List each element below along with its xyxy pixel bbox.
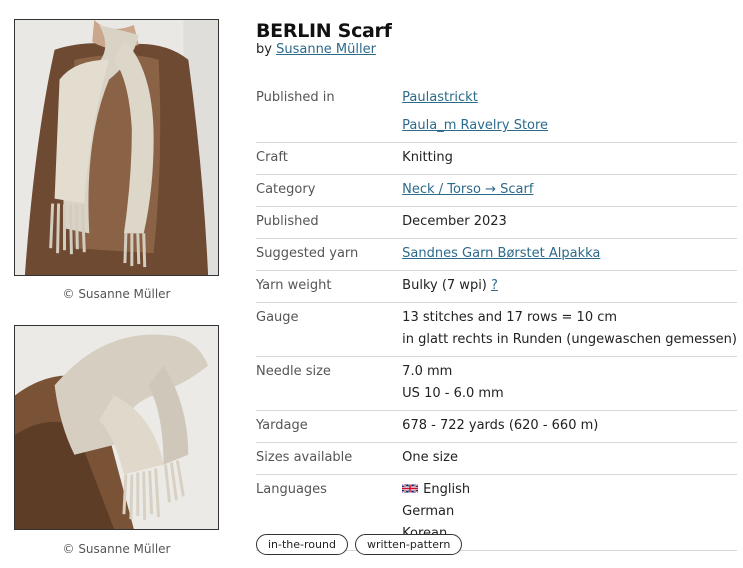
detail-label: Category	[256, 182, 316, 197]
category-link[interactable]: Neck / Torso → Scarf	[402, 182, 533, 197]
by-prefix: by	[256, 42, 272, 57]
detail-label: Published	[256, 214, 319, 229]
detail-label: Gauge	[256, 310, 299, 325]
detail-row-published: Published December 2023	[256, 207, 737, 239]
detail-value: Bulky (7 wpi)	[402, 278, 487, 293]
detail-label: Sizes available	[256, 450, 353, 465]
photo-credit-2: © Susanne Müller	[62, 542, 171, 556]
scarf-photo-wearing	[15, 20, 218, 275]
pattern-title: BERLIN Scarf	[256, 20, 392, 42]
language-german: German	[402, 504, 455, 519]
language-english: English	[423, 482, 471, 497]
yarn-weight-help-link[interactable]: ?	[491, 278, 498, 293]
detail-label: Yarn weight	[256, 278, 332, 293]
designer-byline: by Susanne Müller	[256, 42, 376, 57]
photo-credit-1: © Susanne Müller	[62, 287, 171, 301]
pattern-details-table: Published in Paulastrickt Paula_m Ravelr…	[256, 83, 737, 551]
detail-label: Published in	[256, 90, 335, 105]
tag-in-the-round[interactable]: in-the-round	[256, 534, 348, 555]
detail-row-published-in: Published in Paulastrickt Paula_m Ravelr…	[256, 83, 737, 143]
detail-value: December 2023	[402, 214, 507, 229]
source-link-paulastrickt[interactable]: Paulastrickt	[402, 90, 478, 105]
detail-value: One size	[402, 450, 458, 465]
detail-label: Needle size	[256, 364, 331, 379]
detail-label: Craft	[256, 150, 288, 165]
detail-row-gauge: Gauge 13 stitches and 17 rows = 10 cm in…	[256, 303, 737, 357]
detail-row-craft: Craft Knitting	[256, 143, 737, 175]
pattern-photo-2[interactable]	[14, 325, 219, 530]
detail-row-yardage: Yardage 678 - 722 yards (620 - 660 m)	[256, 411, 737, 443]
needle-size-metric: 7.0 mm	[402, 364, 453, 379]
detail-label: Suggested yarn	[256, 246, 359, 261]
detail-value: Knitting	[402, 150, 453, 165]
scarf-photo-folded	[15, 326, 218, 529]
detail-row-category: Category Neck / Torso → Scarf	[256, 175, 737, 207]
detail-row-sizes: Sizes available One size	[256, 443, 737, 475]
gauge-line-1: 13 stitches and 17 rows = 10 cm	[402, 310, 618, 325]
tag-list: in-the-round written-pattern	[256, 534, 463, 555]
detail-row-yarn-weight: Yarn weight Bulky (7 wpi) ?	[256, 271, 737, 303]
detail-label: Yardage	[256, 418, 308, 433]
detail-value: 678 - 722 yards (620 - 660 m)	[402, 418, 599, 433]
pattern-photo-1[interactable]	[14, 19, 219, 276]
tag-written-pattern[interactable]: written-pattern	[354, 534, 463, 555]
detail-row-suggested-yarn: Suggested yarn Sandnes Garn Børstet Alpa…	[256, 239, 737, 271]
uk-flag-icon	[402, 483, 419, 494]
designer-link[interactable]: Susanne Müller	[276, 42, 376, 57]
gauge-line-2: in glatt rechts in Runden (ungewaschen g…	[402, 332, 737, 347]
detail-row-needle-size: Needle size 7.0 mm US 10 - 6.0 mm	[256, 357, 737, 411]
needle-size-us: US 10 - 6.0 mm	[402, 386, 504, 401]
yarn-link[interactable]: Sandnes Garn Børstet Alpakka	[402, 246, 600, 261]
source-link-ravelry-store[interactable]: Paula_m Ravelry Store	[402, 118, 548, 133]
